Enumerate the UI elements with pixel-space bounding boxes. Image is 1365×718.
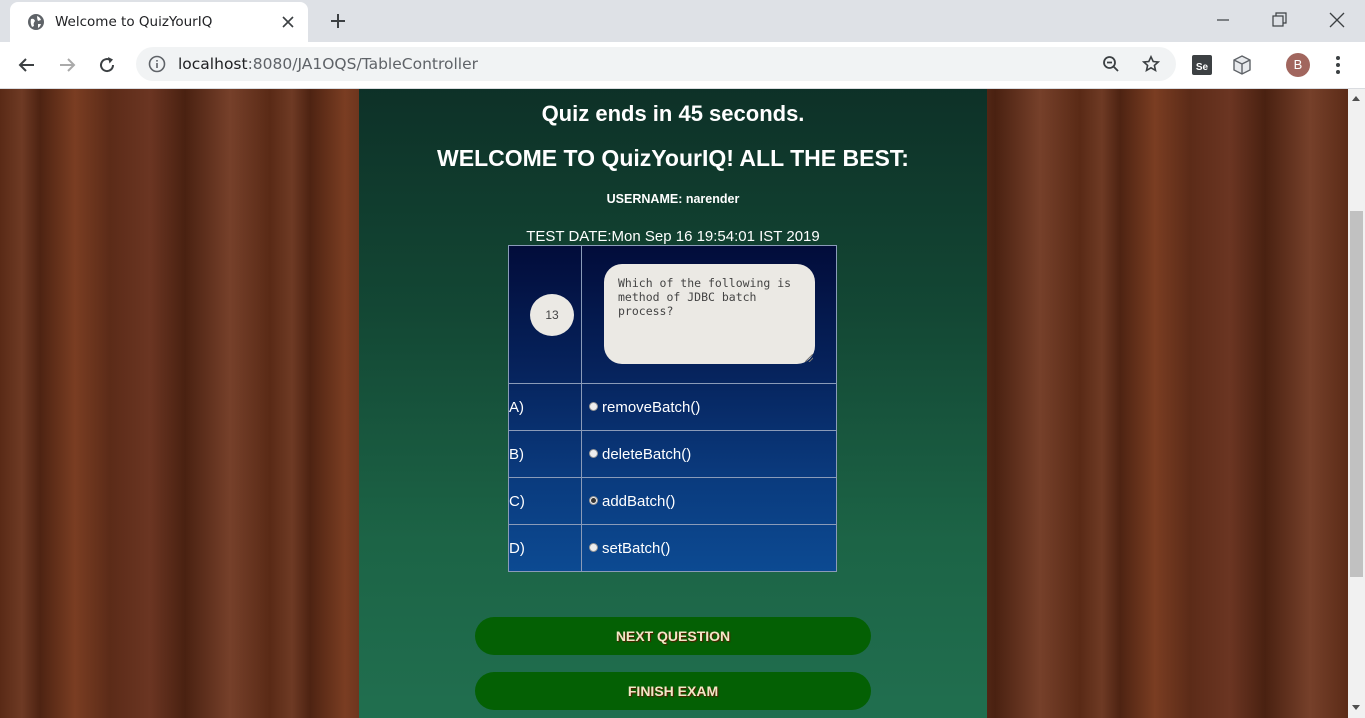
option-a-text: removeBatch() (602, 398, 701, 416)
url-path: :8080/JA1OQS/TableController (247, 55, 479, 73)
option-row: C) addBatch() (508, 477, 837, 525)
option-cell[interactable]: addBatch() (581, 477, 837, 525)
question-number: 13 (530, 293, 574, 336)
option-row: A) removeBatch() (508, 383, 837, 431)
page-scrollbar[interactable] (1348, 89, 1365, 718)
minimize-icon[interactable] (1213, 10, 1233, 30)
tab-strip: Welcome to QuizYourIQ (0, 0, 1365, 42)
reload-icon[interactable] (97, 55, 117, 75)
option-c-text: addBatch() (602, 492, 676, 510)
restore-icon[interactable] (1269, 10, 1289, 30)
selenium-extension-icon[interactable]: Se (1191, 54, 1213, 76)
scroll-down-arrow-icon[interactable] (1352, 705, 1360, 710)
option-b-radio[interactable] (589, 448, 598, 458)
option-label: A) (508, 383, 582, 431)
option-a-radio[interactable] (589, 401, 598, 411)
scrollbar-thumb[interactable] (1350, 211, 1363, 577)
question-textarea[interactable]: Which of the following is method of JDBC… (604, 264, 815, 364)
option-label: D) (508, 524, 582, 572)
question-cell: Which of the following is method of JDBC… (581, 245, 837, 384)
browser-tab[interactable]: Welcome to QuizYourIQ (10, 2, 308, 42)
close-tab-icon[interactable] (280, 14, 296, 30)
option-label: C) (508, 477, 582, 525)
question-number-cell: 13 (508, 245, 582, 384)
finish-exam-button[interactable]: FINISH EXAM (475, 672, 871, 710)
option-d-text: setBatch() (602, 539, 671, 557)
kebab-menu-icon[interactable] (1328, 54, 1348, 76)
option-label: B) (508, 430, 582, 478)
option-c-radio[interactable] (589, 495, 598, 505)
username-label: USERNAME: narender (606, 192, 740, 206)
forward-icon[interactable] (57, 55, 77, 75)
url-text: localhost:8080/JA1OQS/TableController (178, 55, 478, 73)
quiz-timer: Quiz ends in 45 seconds. (541, 101, 805, 126)
quiz-panel: Quiz ends in 45 seconds. WELCOME TO Quiz… (359, 89, 987, 718)
bookmark-star-icon[interactable] (1142, 55, 1160, 73)
url-host: localhost (178, 55, 248, 73)
globe-icon (28, 14, 44, 30)
option-cell[interactable]: deleteBatch() (581, 430, 837, 478)
close-window-icon[interactable] (1327, 10, 1347, 30)
browser-toolbar: localhost:8080/JA1OQS/TableController Se… (0, 42, 1365, 89)
test-date: TEST DATE:Mon Sep 16 19:54:01 IST 2019 (526, 228, 820, 245)
info-icon[interactable] (148, 55, 166, 73)
question-table: 13 Which of the following is method of J… (508, 245, 837, 572)
scroll-up-arrow-icon[interactable] (1352, 96, 1360, 101)
back-icon[interactable] (17, 55, 37, 75)
option-cell[interactable]: removeBatch() (581, 383, 837, 431)
option-cell[interactable]: setBatch() (581, 524, 837, 572)
address-bar[interactable]: localhost:8080/JA1OQS/TableController (136, 47, 1176, 81)
tab-title: Welcome to QuizYourIQ (55, 14, 213, 30)
zoom-out-icon[interactable] (1102, 55, 1120, 73)
cube-extension-icon[interactable] (1231, 54, 1253, 76)
option-row: B) deleteBatch() (508, 430, 837, 478)
question-text: Which of the following is method of JDBC… (618, 276, 792, 318)
svg-text:Se: Se (1196, 62, 1209, 73)
profile-avatar[interactable]: B (1286, 53, 1310, 77)
new-tab-icon[interactable] (328, 11, 348, 31)
option-b-text: deleteBatch() (602, 445, 692, 463)
resize-grip-icon[interactable] (805, 354, 813, 362)
option-row: D) setBatch() (508, 524, 837, 572)
option-d-radio[interactable] (589, 542, 598, 552)
next-question-button[interactable]: NEXT QUESTION (475, 617, 871, 655)
welcome-heading: WELCOME TO QuizYourIQ! ALL THE BEST: (437, 145, 909, 171)
page-viewport: Quiz ends in 45 seconds. WELCOME TO Quiz… (0, 89, 1348, 718)
